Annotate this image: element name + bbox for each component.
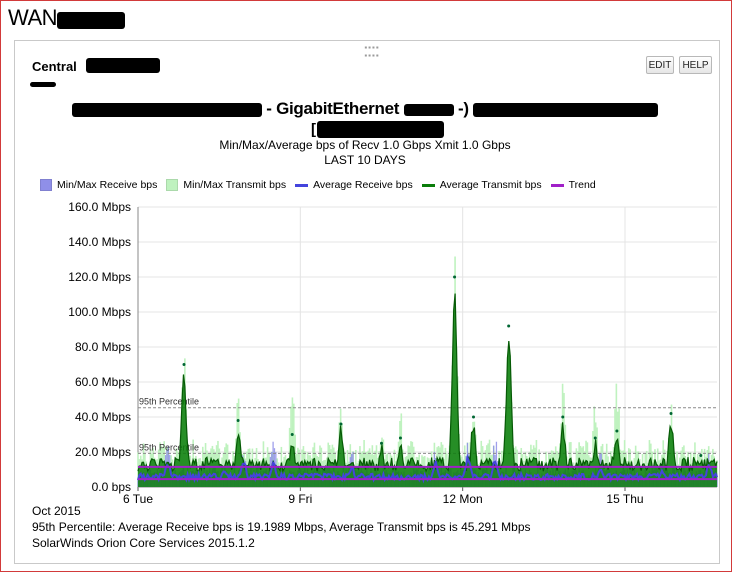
y-tick-label: 20.0 Mbps — [75, 445, 131, 459]
percentile-label: 95th Percentile — [139, 397, 199, 407]
transmit-peak-marker — [453, 275, 457, 279]
transmit-peak-marker — [507, 324, 511, 328]
y-tick-label: 100.0 Mbps — [68, 305, 131, 319]
transmit-peak-marker — [398, 436, 402, 440]
x-tick-label: 9 Fri — [288, 492, 312, 506]
y-tick-label: 140.0 Mbps — [68, 235, 131, 249]
transmit-peak-marker — [669, 412, 673, 415]
transmit-peak-marker — [699, 454, 703, 457]
y-tick-label: 40.0 Mbps — [75, 410, 131, 424]
chart-month: Oct 2015 — [32, 504, 81, 518]
transmit-peak-marker — [182, 363, 186, 366]
y-tick-label: 160.0 Mbps — [68, 200, 131, 214]
transmit-peak-marker — [236, 419, 240, 422]
transmit-peak-marker — [593, 436, 597, 440]
percentile-summary: 95th Percentile: Average Receive bps is … — [32, 520, 531, 534]
y-tick-label: 60.0 Mbps — [75, 375, 131, 389]
traffic-chart: 0.0 bps20.0 Mbps40.0 Mbps60.0 Mbps80.0 M… — [68, 200, 718, 506]
x-tick-label: 15 Thu — [606, 492, 643, 506]
y-tick-label: 80.0 Mbps — [75, 340, 131, 354]
transmit-peak-marker — [615, 429, 619, 433]
transmit-peak-marker — [561, 415, 565, 419]
percentile-label: 95th Percentile — [139, 442, 199, 452]
transmit-peak-marker — [339, 422, 343, 426]
transmit-peak-marker — [380, 441, 384, 445]
x-tick-label: 6 Tue — [123, 492, 153, 506]
x-tick-label: 12 Mon — [443, 492, 483, 506]
transmit-peak-marker — [471, 415, 475, 419]
y-tick-label: 120.0 Mbps — [68, 270, 131, 284]
transmit-peak-marker — [290, 433, 294, 436]
product-version: SolarWinds Orion Core Services 2015.1.2 — [32, 536, 255, 550]
